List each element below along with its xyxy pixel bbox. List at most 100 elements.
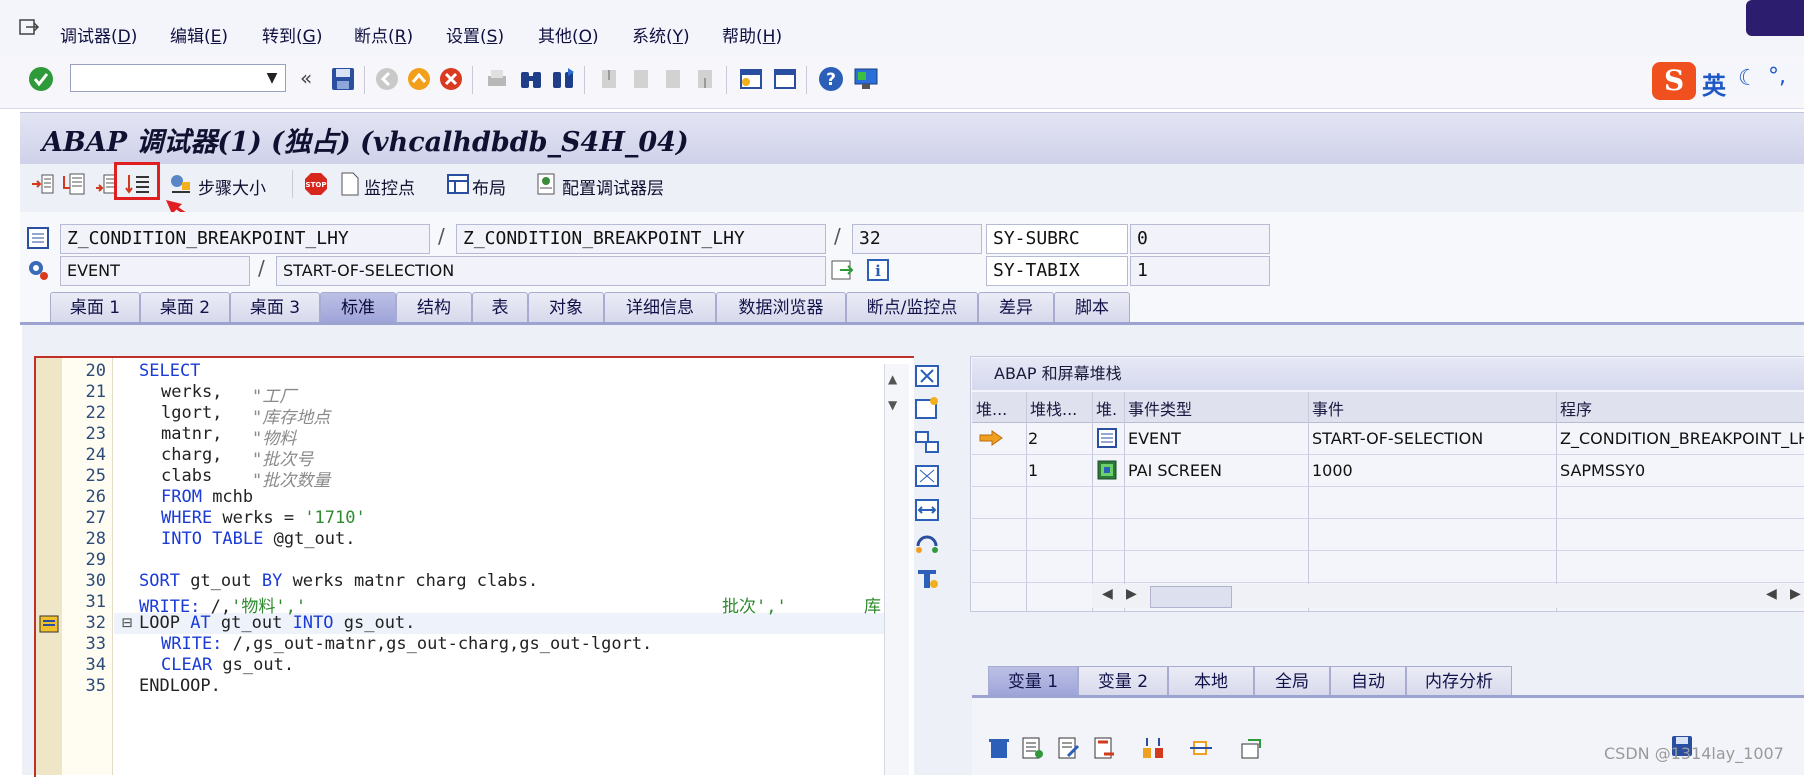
menu-system[interactable]: 系统(Y) — [632, 22, 690, 47]
collapse-icon[interactable]: « — [300, 66, 312, 90]
tab-structure[interactable]: 结构 — [396, 292, 472, 322]
tab-breakpoints-watchpoints[interactable]: 断点/监控点 — [846, 292, 978, 322]
execute-step-icon[interactable] — [62, 172, 86, 196]
stack-horizontal-scrollbar[interactable]: ◀ ▶ ◀ ▶ — [1092, 584, 1804, 608]
sy-subrc-label[interactable]: SY-SUBRC — [986, 224, 1128, 254]
sort-icon[interactable] — [1140, 736, 1166, 760]
table-row[interactable]: 1 PAI SCREEN 1000 SAPMSSY0 — [972, 455, 1804, 487]
exit-up-icon[interactable] — [406, 66, 432, 92]
services-tool-icon[interactable] — [914, 532, 940, 556]
maximize-tool-icon[interactable] — [914, 464, 940, 488]
layout-button[interactable]: 布局 — [472, 174, 506, 199]
tab-desktop-3[interactable]: 桌面 3 — [230, 292, 320, 322]
tab-desktop-1[interactable]: 桌面 1 — [50, 292, 140, 322]
previous-page-icon[interactable] — [628, 66, 654, 92]
stop-icon[interactable]: STOP — [304, 172, 328, 196]
scroll-right-icon[interactable]: ▶ — [1790, 586, 1801, 602]
event-name-field[interactable]: START-OF-SELECTION — [276, 256, 826, 286]
print-icon[interactable] — [484, 66, 510, 92]
tab-object[interactable]: 对象 — [528, 292, 604, 322]
event-type-field[interactable]: EVENT — [60, 256, 250, 286]
include-field[interactable]: Z_CONDITION_BREAKPOINT_LHY — [456, 224, 826, 254]
line-number-field[interactable]: 32 — [852, 224, 982, 254]
delete-icon[interactable] — [986, 736, 1012, 760]
menu-goto[interactable]: 转到(G) — [262, 22, 322, 47]
info-icon[interactable]: i — [866, 258, 890, 282]
back-icon[interactable] — [374, 66, 400, 92]
settings-tool-icon[interactable] — [914, 566, 940, 590]
menu-settings[interactable]: 设置(S) — [446, 22, 504, 47]
next-page-icon[interactable] — [660, 66, 686, 92]
single-step-icon[interactable] — [30, 172, 54, 196]
first-page-icon[interactable] — [596, 66, 622, 92]
tab-script[interactable]: 脚本 — [1054, 292, 1130, 322]
scroll-thumb[interactable] — [1150, 586, 1232, 608]
step-size-button[interactable]: 步骤大小 — [198, 174, 266, 199]
find-icon[interactable] — [518, 66, 544, 92]
menu-debugger[interactable]: 调试器(D) — [60, 22, 137, 47]
editor-scrollbar[interactable] — [884, 364, 909, 775]
tab-diff[interactable]: 差异 — [978, 292, 1054, 322]
display-source-icon[interactable] — [830, 258, 854, 282]
table-row[interactable] — [972, 551, 1804, 583]
swap-tool-icon[interactable] — [914, 430, 940, 454]
close-tool-icon[interactable] — [914, 364, 940, 388]
column-stack-type-icon[interactable]: 堆. — [1096, 396, 1117, 420]
menu-breakpoints[interactable]: 断点(R) — [354, 22, 413, 47]
column-stack-indicator[interactable]: 堆... — [976, 396, 1007, 420]
last-page-icon[interactable] — [692, 66, 718, 92]
config-layers-icon[interactable] — [534, 172, 558, 196]
tab-details[interactable]: 详细信息 — [604, 292, 716, 322]
scroll-left-icon[interactable]: ◀ — [1766, 586, 1777, 602]
menu-edit[interactable]: 编辑(E) — [170, 22, 228, 47]
exit-icon[interactable] — [18, 18, 40, 38]
tab-variables-2[interactable]: 变量 2 — [1078, 666, 1168, 696]
help-icon[interactable]: ? — [818, 66, 844, 92]
program-field[interactable]: Z_CONDITION_BREAKPOINT_LHY — [60, 224, 430, 254]
sy-tabix-label[interactable]: SY-TABIX — [986, 256, 1128, 286]
scroll-down-icon[interactable]: ▼ — [888, 398, 897, 412]
cancel-icon[interactable] — [438, 66, 464, 92]
ime-toolbar[interactable]: S 英 ☾ °, — [1652, 56, 1804, 102]
enter-check-icon[interactable] — [28, 66, 54, 92]
table-row[interactable] — [972, 487, 1804, 519]
config-layers-button[interactable]: 配置调试器层 — [562, 174, 664, 199]
scroll-left-icon[interactable]: ◀ — [1102, 586, 1113, 602]
customize-layout-icon[interactable] — [852, 66, 880, 92]
scroll-right-icon[interactable]: ▶ — [1126, 586, 1137, 602]
scroll-up-icon[interactable]: ▲ — [888, 372, 897, 386]
find-next-icon[interactable] — [550, 66, 576, 92]
column-program[interactable]: 程序 — [1560, 396, 1592, 420]
transfer-icon[interactable] — [1188, 736, 1214, 760]
resize-tool-icon[interactable] — [914, 498, 940, 522]
tab-memory-analysis[interactable]: 内存分析 — [1406, 666, 1512, 696]
insert-variable-icon[interactable] — [1020, 736, 1046, 760]
chevron-down-icon[interactable]: ▼ — [260, 66, 284, 90]
breakpoint-gutter[interactable] — [36, 358, 62, 775]
tab-desktop-2[interactable]: 桌面 2 — [140, 292, 230, 322]
column-stack-level[interactable]: 堆栈... — [1030, 396, 1077, 420]
new-session-icon[interactable] — [738, 66, 764, 92]
watchpoint-button[interactable]: 监控点 — [364, 174, 415, 199]
tab-standard[interactable]: 标准 — [320, 292, 396, 322]
new-tool-icon[interactable] — [914, 396, 940, 420]
column-event[interactable]: 事件 — [1312, 396, 1344, 420]
shortcut-icon[interactable] — [772, 66, 798, 92]
edit-variable-icon[interactable] — [1056, 736, 1082, 760]
remove-variable-icon[interactable] — [1092, 736, 1118, 760]
table-row[interactable]: 2 EVENT START-OF-SELECTION Z_CONDITION_B… — [972, 423, 1804, 455]
table-row[interactable] — [972, 519, 1804, 551]
tab-local[interactable]: 本地 — [1168, 666, 1254, 696]
layout-icon[interactable] — [446, 172, 470, 196]
command-field[interactable] — [70, 64, 286, 92]
column-event-type[interactable]: 事件类型 — [1128, 396, 1192, 420]
menu-help[interactable]: 帮助(H) — [722, 22, 782, 47]
tab-global[interactable]: 全局 — [1254, 666, 1330, 696]
step-size-icon[interactable] — [168, 172, 192, 196]
export-icon[interactable] — [1238, 736, 1264, 760]
save-icon[interactable] — [330, 66, 356, 92]
window-control[interactable] — [1746, 0, 1804, 36]
tab-table[interactable]: 表 — [472, 292, 528, 322]
menu-other[interactable]: 其他(O) — [538, 22, 599, 47]
tab-auto[interactable]: 自动 — [1330, 666, 1406, 696]
